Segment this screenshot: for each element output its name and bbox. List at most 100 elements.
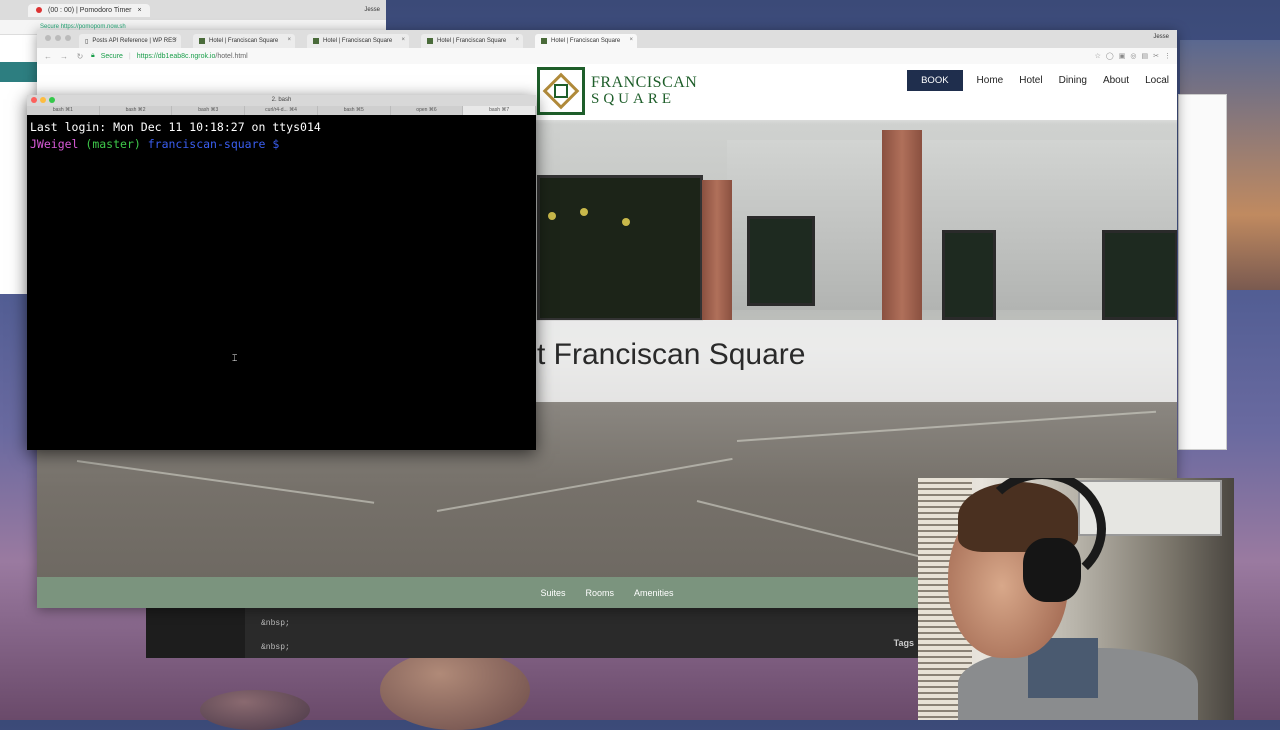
nav-link-dining[interactable]: Dining bbox=[1051, 75, 1095, 86]
browser-tab[interactable]: ▯ Posts API Reference | WP RES × bbox=[79, 34, 181, 48]
terminal-tab[interactable]: bash ⌘5 bbox=[318, 106, 391, 115]
site-favicon-icon bbox=[427, 38, 433, 44]
prompt-directory: franciscan-square $ bbox=[147, 137, 280, 151]
terminal-tab[interactable]: open ⌘6 bbox=[391, 106, 464, 115]
terminal-tab-shortcut: ⌘5 bbox=[355, 107, 364, 113]
building-pillar bbox=[882, 130, 922, 320]
webcam-overlay bbox=[918, 478, 1234, 720]
reload-icon[interactable]: ↻ bbox=[75, 52, 85, 61]
building-window bbox=[747, 216, 815, 306]
window-controls[interactable] bbox=[45, 35, 71, 41]
nav-link-local[interactable]: Local bbox=[1137, 75, 1177, 86]
terminal-tab-label: bash bbox=[343, 107, 355, 113]
address-bar[interactable]: ← → ↻ 🔒︎ Secure | https://db1eab8c.ngrok… bbox=[37, 48, 1177, 65]
terminal-tab-shortcut: ⌘6 bbox=[428, 107, 437, 113]
lock-icon[interactable]: 🔒︎ bbox=[91, 52, 95, 60]
terminal-tab[interactable]: bash ⌘1 bbox=[27, 106, 100, 115]
prompt-user: JWeigel bbox=[30, 137, 79, 151]
star-icon[interactable]: ☆ bbox=[1095, 52, 1101, 60]
close-icon[interactable] bbox=[31, 97, 37, 103]
separator: | bbox=[128, 52, 131, 60]
browser-tab[interactable]: Hotel | Franciscan Square × bbox=[307, 34, 409, 48]
close-icon[interactable]: × bbox=[173, 37, 177, 43]
hero-title: t Franciscan Square bbox=[537, 338, 806, 371]
terminal-tab-label: bash bbox=[198, 107, 210, 113]
logo-emblem-icon bbox=[537, 67, 585, 115]
pavement-line bbox=[76, 460, 375, 504]
building-entrance bbox=[537, 175, 703, 321]
terminal-titlebar[interactable]: 2. bash bbox=[27, 95, 536, 106]
browser-tab-active[interactable]: Hotel | Franciscan Square × bbox=[535, 34, 637, 48]
forward-icon[interactable]: → bbox=[59, 52, 69, 61]
pavement-line bbox=[436, 457, 733, 512]
background-page-banner bbox=[0, 62, 40, 82]
back-icon[interactable]: ← bbox=[43, 52, 53, 61]
background-editor-panel[interactable]: &nbsp; &nbsp; Tags bbox=[146, 608, 918, 658]
building-window bbox=[942, 230, 996, 320]
background-editor-window[interactable] bbox=[1178, 94, 1227, 450]
terminal-tab[interactable]: bash ⌘3 bbox=[172, 106, 246, 115]
building-window bbox=[1102, 230, 1177, 320]
tab-title: Hotel | Franciscan Square bbox=[323, 38, 393, 44]
extension-icon[interactable]: ◎ bbox=[1130, 52, 1136, 60]
terminal-output[interactable]: Last login: Mon Dec 11 10:18:27 on ttys0… bbox=[27, 115, 536, 157]
site-favicon-icon bbox=[199, 38, 205, 44]
mouse-cursor-icon: ⌶ bbox=[232, 353, 238, 363]
last-login-line: Last login: Mon Dec 11 10:18:27 on ttys0… bbox=[30, 120, 321, 134]
extension-icon[interactable]: ✂ bbox=[1153, 52, 1159, 60]
terminal-tab-label: curl/r4-d... bbox=[265, 107, 288, 113]
code-line: &nbsp; bbox=[261, 643, 290, 652]
browser-tab[interactable]: Hotel | Franciscan Square × bbox=[193, 34, 295, 48]
doc-icon: ▯ bbox=[85, 38, 89, 45]
desktop-wallpaper-rock bbox=[380, 650, 530, 730]
extension-icon[interactable]: ▤ bbox=[1142, 52, 1149, 60]
tags-label: Tags bbox=[893, 638, 914, 648]
extension-icon[interactable]: ▣ bbox=[1119, 52, 1126, 60]
book-button[interactable]: BOOK bbox=[907, 70, 963, 91]
tomato-icon bbox=[36, 7, 42, 13]
close-icon[interactable]: × bbox=[287, 37, 291, 43]
prompt-line[interactable]: JWeigel (master) franciscan-square $ bbox=[30, 136, 533, 153]
extension-icon[interactable]: ◯ bbox=[1106, 52, 1114, 60]
secure-label: Secure bbox=[100, 52, 123, 60]
close-icon[interactable]: × bbox=[629, 37, 633, 43]
background-tab-title: (00 : 00) | Pomodoro Timer bbox=[48, 6, 132, 14]
nav-link-hotel[interactable]: Hotel bbox=[1011, 75, 1050, 86]
subnav-suites[interactable]: Suites bbox=[540, 588, 565, 598]
window-controls[interactable] bbox=[31, 97, 55, 103]
browser-user-label[interactable]: Jesse bbox=[364, 7, 386, 13]
browser-user-label[interactable]: Jesse bbox=[1153, 34, 1169, 40]
tab-title: Posts API Reference | WP RES bbox=[92, 38, 177, 44]
maximize-icon[interactable] bbox=[49, 97, 55, 103]
background-browser-tabs: (00 : 00) | Pomodoro Timer × Jesse bbox=[0, 0, 386, 20]
terminal-tab[interactable]: bash ⌘2 bbox=[100, 106, 173, 115]
terminal-tab-label: bash bbox=[52, 107, 64, 113]
menu-icon[interactable]: ⋮ bbox=[1164, 52, 1171, 60]
nav-link-about[interactable]: About bbox=[1095, 75, 1137, 86]
tab-title: Hotel | Franciscan Square bbox=[551, 38, 621, 44]
tab-title: Hotel | Franciscan Square bbox=[437, 38, 507, 44]
terminal-tab-label: open bbox=[416, 107, 428, 113]
subnav-amenities[interactable]: Amenities bbox=[634, 588, 674, 598]
terminal-tab[interactable]: curl/r4-d... ⌘4 bbox=[245, 106, 318, 115]
site-favicon-icon bbox=[541, 38, 547, 44]
editor-sidebar bbox=[146, 608, 245, 658]
subnav-rooms[interactable]: Rooms bbox=[585, 588, 614, 598]
close-icon[interactable]: × bbox=[138, 7, 142, 14]
editor-code[interactable]: &nbsp; &nbsp; bbox=[261, 612, 290, 660]
nav-link-home[interactable]: Home bbox=[969, 75, 1012, 86]
minimize-icon[interactable] bbox=[40, 97, 46, 103]
extension-icons[interactable]: ☆ ◯ ▣ ◎ ▤ ✂ ⋮ bbox=[1095, 52, 1177, 60]
terminal-tabs: bash ⌘1 bash ⌘2 bash ⌘3 curl/r4-d... ⌘4 … bbox=[27, 106, 537, 115]
terminal-tab-active[interactable]: bash ⌘7 bbox=[463, 106, 537, 115]
browser-tab[interactable]: Hotel | Franciscan Square × bbox=[421, 34, 523, 48]
desktop-wallpaper-rock bbox=[200, 690, 310, 730]
close-icon[interactable]: × bbox=[515, 37, 519, 43]
close-icon[interactable]: × bbox=[401, 37, 405, 43]
browser-tab-strip: ▯ Posts API Reference | WP RES × Hotel |… bbox=[37, 30, 1177, 48]
site-logo[interactable]: FRANCISCAN SQUARE bbox=[537, 67, 697, 115]
background-browser-tab[interactable]: (00 : 00) | Pomodoro Timer × bbox=[28, 3, 150, 17]
terminal-window[interactable]: 2. bash bash ⌘1 bash ⌘2 bash ⌘3 curl/r4-… bbox=[27, 95, 537, 450]
logo-text: FRANCISCAN SQUARE bbox=[591, 74, 697, 108]
terminal-tab-label: bash bbox=[489, 107, 500, 113]
